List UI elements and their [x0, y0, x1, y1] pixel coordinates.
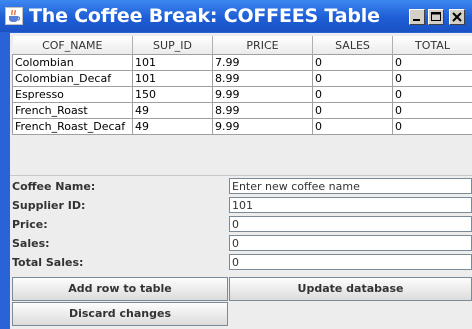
supplier-id-input[interactable]	[229, 197, 472, 213]
cell-price[interactable]: 8.99	[212, 70, 313, 87]
sales-label: Sales:	[12, 237, 50, 250]
table-scroll-pane[interactable]: COF_NAME SUP_ID PRICE SALES TOTAL Colomb…	[10, 36, 472, 176]
cell-price[interactable]: 8.99	[212, 102, 313, 119]
cell-total[interactable]: 0	[392, 118, 472, 135]
cell-cof-name[interactable]: Espresso	[12, 86, 133, 103]
close-icon	[452, 12, 462, 22]
cell-sales[interactable]: 0	[312, 54, 393, 71]
content-panel: COF_NAME SUP_ID PRICE SALES TOTAL Colomb…	[10, 33, 472, 329]
cell-cof-name[interactable]: French_Roast	[12, 102, 133, 119]
maximize-button[interactable]	[428, 9, 444, 25]
column-header-sales[interactable]: SALES	[312, 36, 393, 55]
cell-sales[interactable]: 0	[312, 102, 393, 119]
table-header-row: COF_NAME SUP_ID PRICE SALES TOTAL	[12, 36, 472, 55]
update-database-button[interactable]: Update database	[229, 277, 472, 301]
coffee-name-label: Coffee Name:	[12, 180, 96, 193]
price-row: Price:	[10, 216, 472, 233]
title-bar[interactable]: The Coffee Break: COFFEES Table	[0, 0, 472, 32]
cell-sales[interactable]: 0	[312, 118, 393, 135]
cell-sales[interactable]: 0	[312, 70, 393, 87]
coffees-table[interactable]: COF_NAME SUP_ID PRICE SALES TOTAL Colomb…	[12, 36, 472, 135]
supplier-id-row: Supplier ID:	[10, 197, 472, 214]
window-title: The Coffee Break: COFFEES Table	[29, 5, 380, 27]
java-coffee-cup-icon[interactable]	[5, 7, 23, 25]
coffee-name-input[interactable]	[229, 178, 472, 194]
maximize-icon	[431, 12, 441, 21]
sales-input[interactable]	[229, 235, 472, 251]
cell-total[interactable]: 0	[392, 70, 472, 87]
table-row[interactable]: Espresso 150 9.99 0 0	[12, 86, 472, 103]
cell-cof-name[interactable]: French_Roast_Decaf	[12, 118, 133, 135]
cell-sup-id[interactable]: 49	[132, 118, 213, 135]
cell-total[interactable]: 0	[392, 102, 472, 119]
cell-cof-name[interactable]: Colombian_Decaf	[12, 70, 133, 87]
table-row[interactable]: French_Roast 49 8.99 0 0	[12, 102, 472, 119]
column-header-price[interactable]: PRICE	[212, 36, 313, 55]
cell-sup-id[interactable]: 101	[132, 70, 213, 87]
column-header-cof-name[interactable]: COF_NAME	[12, 36, 133, 55]
cell-sup-id[interactable]: 101	[132, 54, 213, 71]
cell-price[interactable]: 7.99	[212, 54, 313, 71]
cell-price[interactable]: 9.99	[212, 118, 313, 135]
app-window: The Coffee Break: COFFEES Table COF_NAME…	[0, 0, 472, 329]
table-row[interactable]: Colombian 101 7.99 0 0	[12, 54, 472, 71]
coffee-name-row: Coffee Name:	[10, 178, 472, 195]
cell-cof-name[interactable]: Colombian	[12, 54, 133, 71]
total-sales-input[interactable]	[229, 254, 472, 270]
price-input[interactable]	[229, 216, 472, 232]
cell-sales[interactable]: 0	[312, 86, 393, 103]
discard-changes-button[interactable]: Discard changes	[12, 302, 228, 326]
cell-price[interactable]: 9.99	[212, 86, 313, 103]
close-button[interactable]	[449, 9, 465, 25]
price-label: Price:	[12, 218, 48, 231]
total-sales-label: Total Sales:	[12, 256, 84, 269]
table-row[interactable]: French_Roast_Decaf 49 9.99 0 0	[12, 118, 472, 135]
cell-total[interactable]: 0	[392, 86, 472, 103]
add-row-button[interactable]: Add row to table	[12, 277, 228, 301]
cell-total[interactable]: 0	[392, 54, 472, 71]
minimize-icon	[413, 19, 420, 21]
total-sales-row: Total Sales:	[10, 254, 472, 271]
supplier-id-label: Supplier ID:	[12, 199, 86, 212]
column-header-total[interactable]: TOTAL	[392, 36, 472, 55]
table-row[interactable]: Colombian_Decaf 101 8.99 0 0	[12, 70, 472, 87]
cell-sup-id[interactable]: 150	[132, 86, 213, 103]
minimize-button[interactable]	[409, 9, 425, 25]
sales-row: Sales:	[10, 235, 472, 252]
column-header-sup-id[interactable]: SUP_ID	[132, 36, 213, 55]
cell-sup-id[interactable]: 49	[132, 102, 213, 119]
